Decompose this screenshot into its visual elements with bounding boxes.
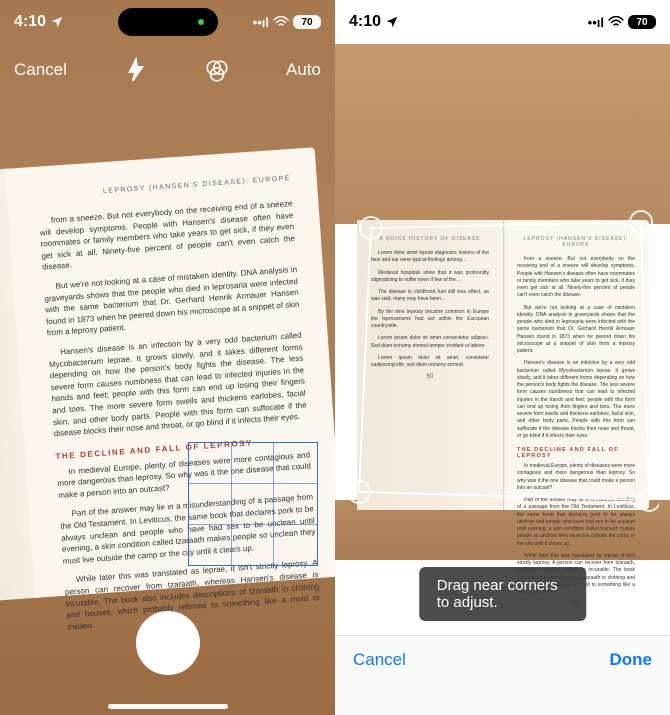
running-head: LEPROSY (HANSEN'S DISEASE): EUROPE xyxy=(37,175,291,200)
status-time-area: 4:10 xyxy=(14,13,64,31)
photo-background-top xyxy=(335,44,670,224)
shutter-button[interactable] xyxy=(136,611,200,675)
status-bar: 4:10 ••ıl 70 xyxy=(335,0,670,44)
status-time: 4:10 xyxy=(349,13,381,31)
hint-toast: Drag near corners to adjust. xyxy=(419,567,587,621)
status-right-area: ••ıl 70 xyxy=(253,15,321,30)
body-paragraph: from a sneeze. But not everybody on the … xyxy=(39,198,296,274)
status-time-area: 4:10 xyxy=(349,13,399,31)
status-time: 4:10 xyxy=(14,13,46,31)
done-button[interactable]: Done xyxy=(610,650,653,670)
body-paragraph: But we're not looking at a case of mista… xyxy=(43,264,300,340)
cancel-button[interactable]: Cancel xyxy=(14,60,67,80)
cancel-button[interactable]: Cancel xyxy=(353,650,406,670)
wifi-icon xyxy=(273,16,289,28)
body-paragraph: Hansen's disease is an infection by a ve… xyxy=(48,330,308,440)
wifi-icon xyxy=(608,16,624,28)
auto-mode-button[interactable]: Auto xyxy=(286,60,321,80)
crop-quad-overlay[interactable] xyxy=(349,210,659,520)
camera-capture-screen: 4:10 ••ıl 70 Cancel Auto LEPROSY (HANSEN… xyxy=(0,0,335,715)
cellular-icon: ••ıl xyxy=(253,15,269,30)
detected-crop-frame[interactable] xyxy=(188,442,318,566)
home-indicator[interactable] xyxy=(108,704,228,709)
location-icon xyxy=(50,15,64,29)
shutter-inner xyxy=(142,617,194,669)
crop-adjust-screen: 4:10 ••ıl 70 A QUICK HISTORY OF DISEASE … xyxy=(335,0,670,715)
dynamic-island xyxy=(118,8,218,36)
camera-active-dot-icon xyxy=(198,19,204,25)
camera-toolbar: Cancel Auto xyxy=(0,48,335,92)
bottom-toolbar: Cancel Done xyxy=(335,635,670,715)
flash-icon[interactable] xyxy=(123,57,149,83)
shutter-area xyxy=(0,611,335,675)
filter-icon[interactable] xyxy=(204,57,230,83)
battery-indicator: 70 xyxy=(293,15,321,29)
status-right-area: ••ıl 70 xyxy=(588,15,656,30)
location-icon xyxy=(385,15,399,29)
cellular-icon: ••ıl xyxy=(588,15,604,30)
battery-indicator: 70 xyxy=(628,15,656,29)
